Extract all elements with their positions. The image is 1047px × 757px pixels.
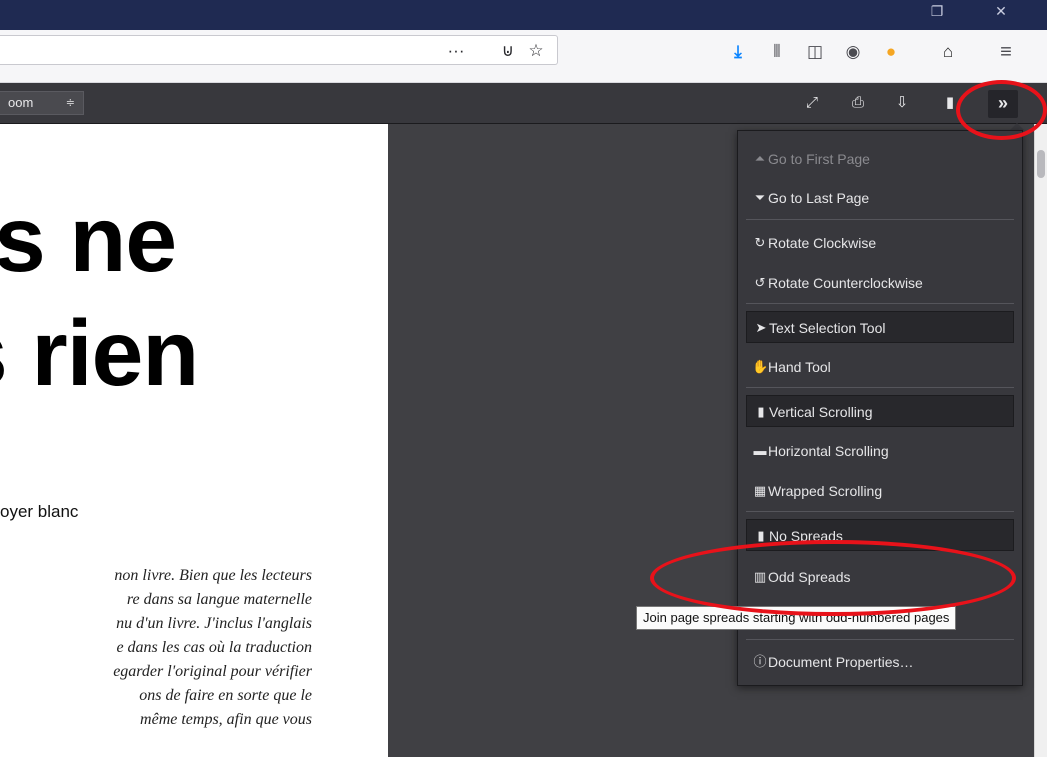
viewer-scrollbar[interactable] <box>1034 124 1047 757</box>
text-selection-tool-item[interactable]: ➤ Text Selection Tool <box>746 311 1014 343</box>
horizontal-scroll-icon: ▬ <box>753 443 767 458</box>
wrapped-scrolling-item[interactable]: ▦ Wrapped Scrolling <box>746 475 1014 507</box>
menu-item-label: Rotate Counterclockwise <box>768 275 923 291</box>
paragraph-line: re dans sa langue maternelle <box>126 591 312 608</box>
go-to-first-page-item[interactable]: ⏶ Go to First Page <box>746 143 1014 175</box>
hand-tool-item[interactable]: ✋ Hand Tool <box>746 351 1014 383</box>
menu-separator <box>746 303 1014 304</box>
rotate-counterclockwise-item[interactable]: ↺ Rotate Counterclockwise <box>746 267 1014 299</box>
menu-item-label: Text Selection Tool <box>769 320 886 336</box>
first-page-icon: ⏶ <box>754 151 766 166</box>
menu-item-label: Hand Tool <box>768 359 831 375</box>
gift-icon[interactable]: ⌂ <box>935 39 961 65</box>
menu-separator <box>746 639 1014 640</box>
menu-item-label: Go to Last Page <box>768 190 870 206</box>
navigation-toolbar: ··· ⊍ ☆ ⤓ ⫴ ◫ ◉ ● ⌂ ≡ <box>0 30 1047 83</box>
zoom-value: oom <box>8 95 34 110</box>
menu-item-label: Wrapped Scrolling <box>768 483 883 499</box>
chevron-down-icon: ≑ <box>65 97 75 109</box>
paragraph-line: ons de faire en sorte que le <box>139 687 312 704</box>
menu-item-label: Rotate Clockwise <box>768 235 877 251</box>
menu-separator <box>746 511 1014 512</box>
scrollbar-thumb[interactable] <box>1037 150 1045 178</box>
window-titlebar: ❐ ✕ <box>0 0 1047 30</box>
hand-icon: ✋ <box>752 359 769 374</box>
restore-window-button[interactable]: ❐ <box>914 0 960 24</box>
annotation-circle-odd-spreads <box>650 540 1016 616</box>
library-icon[interactable]: ⫴ <box>764 39 790 65</box>
bookmark-star-icon[interactable]: ☆ <box>524 39 548 63</box>
hamburger-menu-icon[interactable]: ≡ <box>993 39 1019 65</box>
vertical-scrolling-item[interactable]: ▮ Vertical Scrolling <box>746 395 1014 427</box>
pdf-page: s ne s rien oyer blanc non livre. Bien q… <box>0 124 388 757</box>
wrapped-scroll-icon: ▦ <box>753 483 767 498</box>
document-paragraph: non livre. Bien que les lecteurs re dans… <box>0 564 312 732</box>
save-icon[interactable]: ⇩ <box>888 91 916 115</box>
last-page-icon: ⏷ <box>754 190 766 205</box>
close-window-button[interactable]: ✕ <box>978 0 1024 24</box>
menu-item-label: Go to First Page <box>768 151 870 167</box>
menu-item-label: Document Properties… <box>768 654 914 670</box>
zoom-select[interactable]: oom ≑ <box>0 91 84 115</box>
paragraph-line: même temps, afin que vous <box>140 711 312 728</box>
rotate-clockwise-icon: ↻ <box>754 235 766 250</box>
rotate-clockwise-item[interactable]: ↻ Rotate Clockwise <box>746 227 1014 259</box>
menu-item-label: Vertical Scrolling <box>769 404 873 420</box>
print-icon[interactable]: ⎙ <box>844 91 872 115</box>
extension-icon[interactable]: ● <box>878 39 904 65</box>
menu-separator <box>746 219 1014 220</box>
url-bar[interactable]: ··· ⊍ ☆ <box>0 35 558 65</box>
download-icon[interactable]: ⤓ <box>725 39 751 65</box>
horizontal-scrolling-item[interactable]: ▬ Horizontal Scrolling <box>746 435 1014 467</box>
annotation-circle-tools <box>956 80 1047 140</box>
page-actions-icon[interactable]: ··· <box>444 39 468 63</box>
document-properties-item[interactable]: ⓘ Document Properties… <box>746 646 1014 678</box>
document-subtitle: oyer blanc <box>0 502 79 521</box>
menu-item-label: Horizontal Scrolling <box>768 443 889 459</box>
sidebar-icon[interactable]: ◫ <box>802 39 828 65</box>
info-icon: ⓘ <box>753 654 767 669</box>
document-title-line: s rien <box>0 301 199 405</box>
account-icon[interactable]: ◉ <box>840 39 866 65</box>
paragraph-line: e dans les cas où la traduction <box>116 639 312 656</box>
pdf-toolbar: oom ≑ ⤢ ⎙ ⇩ ▮ » <box>0 83 1047 124</box>
cursor-icon: ➤ <box>755 320 767 335</box>
rotate-counterclockwise-icon: ↺ <box>754 275 766 290</box>
pocket-icon[interactable]: ⊍ <box>496 39 520 63</box>
paragraph-line: non livre. Bien que les lecteurs <box>114 567 312 584</box>
vertical-scroll-icon: ▮ <box>757 404 765 419</box>
paragraph-line: nu d'un livre. J'inclus l'anglais <box>116 615 312 632</box>
menu-separator <box>746 387 1014 388</box>
go-to-last-page-item[interactable]: ⏷ Go to Last Page <box>746 182 1014 214</box>
presentation-mode-icon[interactable]: ⤢ <box>798 91 826 115</box>
document-title-line: s ne <box>0 187 177 291</box>
paragraph-line: egarder l'original pour vérifier <box>113 663 312 680</box>
